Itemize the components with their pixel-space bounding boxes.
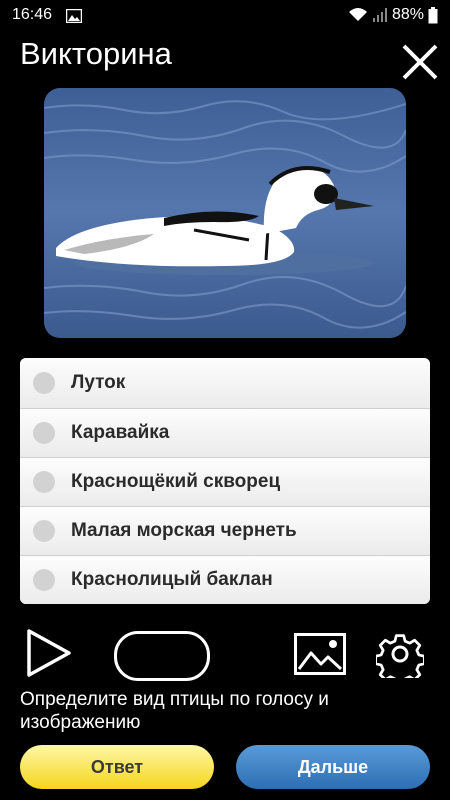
image-button[interactable] <box>294 633 346 680</box>
status-icons: 88% <box>348 6 438 24</box>
audio-toggle-button[interactable] <box>114 631 210 681</box>
settings-button[interactable] <box>374 630 426 686</box>
answer-label: Луток <box>71 372 126 393</box>
image-icon <box>294 633 346 675</box>
answer-label: Краснощёкий скворец <box>71 471 281 492</box>
status-bar: 16:46 88% <box>0 0 450 32</box>
play-icon <box>27 629 71 677</box>
radio-button[interactable] <box>33 569 55 591</box>
play-button[interactable] <box>26 628 72 683</box>
gear-icon <box>374 634 426 686</box>
bird-photo <box>44 88 406 338</box>
radio-button[interactable] <box>33 520 55 542</box>
hint-text: Определите вид птицы по голосу и изображ… <box>20 689 329 733</box>
wifi-icon <box>348 7 368 23</box>
battery-percent: 88% <box>391 6 424 23</box>
answer-option[interactable]: Малая морская чернеть <box>20 506 430 555</box>
radio-button[interactable] <box>33 471 55 493</box>
answer-list: Луток Каравайка Краснощёкий скворец Мала… <box>20 358 430 604</box>
close-icon <box>402 44 438 80</box>
answer-label: Каравайка <box>71 422 170 443</box>
close-button[interactable] <box>398 40 442 84</box>
battery-icon <box>428 6 438 24</box>
radio-button[interactable] <box>33 372 55 394</box>
answer-label: Краснолицый баклан <box>71 569 273 590</box>
answer-button[interactable]: Ответ <box>20 745 214 789</box>
answer-option[interactable]: Краснощёкий скворец <box>20 457 430 506</box>
gallery-icon <box>65 8 83 28</box>
answer-option[interactable]: Луток <box>20 358 430 408</box>
answer-label: Малая морская чернеть <box>71 520 297 541</box>
answer-option[interactable]: Краснолицый баклан <box>20 555 430 604</box>
page-title: Викторина <box>20 36 172 71</box>
answer-option[interactable]: Каравайка <box>20 408 430 457</box>
signal-icon <box>372 7 388 23</box>
radio-button[interactable] <box>33 422 55 444</box>
status-time: 16:46 <box>12 6 53 23</box>
next-button[interactable]: Дальше <box>236 745 430 789</box>
